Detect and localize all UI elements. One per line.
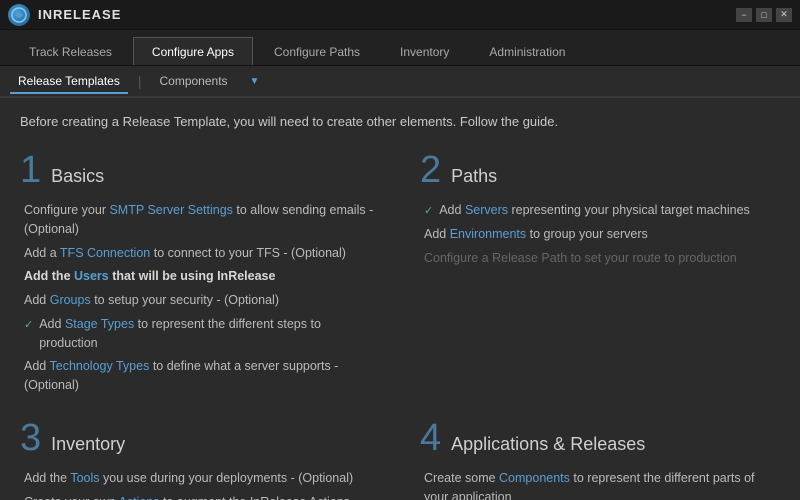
item-text: Add Technology Types to define what a se… [24, 357, 380, 395]
maximize-button[interactable]: □ [756, 8, 772, 22]
guide-intro-text: Before creating a Release Template, you … [20, 114, 780, 129]
section-basics-header: 1 Basics [20, 151, 380, 189]
section-paths: 2 Paths ✓ Add Servers representing your … [420, 151, 780, 395]
section-paths-title: Paths [451, 166, 497, 187]
app-logo [8, 4, 30, 26]
section-inventory-title: Inventory [51, 434, 125, 455]
dropdown-arrow-icon: ▼ [250, 76, 260, 87]
nav-bar: Track Releases Configure Apps Configure … [0, 30, 800, 66]
sections-grid: 1 Basics Configure your SMTP Server Sett… [20, 151, 780, 500]
item-text: Add Stage Types to represent the differe… [39, 315, 380, 353]
item-text: Create some Components to represent the … [424, 469, 780, 500]
components-link[interactable]: Components [499, 471, 570, 485]
section-apps-releases-header: 4 Applications & Releases [420, 419, 780, 457]
section-apps-releases-number: 4 [420, 419, 441, 457]
list-item: Add the Tools you use during your deploy… [24, 469, 380, 488]
item-text: Add Environments to group your servers [424, 225, 648, 244]
section-inventory: 3 Inventory Add the Tools you use during… [20, 419, 380, 500]
item-text: Add the Users that will be using InRelea… [24, 267, 275, 286]
item-text: Configure a Release Path to set your rou… [424, 249, 737, 268]
tfs-link[interactable]: TFS Connection [60, 246, 150, 260]
list-item: Configure your SMTP Server Settings to a… [24, 201, 380, 239]
section-basics-items: Configure your SMTP Server Settings to a… [20, 201, 380, 395]
list-item: Add Groups to setup your security - (Opt… [24, 291, 380, 310]
technology-types-link[interactable]: Technology Types [50, 359, 150, 373]
section-basics: 1 Basics Configure your SMTP Server Sett… [20, 151, 380, 395]
nav-tab-track-releases[interactable]: Track Releases [10, 37, 131, 65]
sub-nav-tab-release-templates[interactable]: Release Templates [10, 70, 128, 94]
check-icon: ✓ [24, 317, 33, 334]
check-icon: ✓ [424, 203, 433, 220]
sub-nav-tab-components[interactable]: Components [151, 70, 235, 94]
section-paths-header: 2 Paths [420, 151, 780, 189]
section-applications-releases: 4 Applications & Releases Create some Co… [420, 419, 780, 500]
tools-link[interactable]: Tools [70, 471, 99, 485]
section-paths-number: 2 [420, 151, 441, 189]
item-text: Add Servers representing your physical t… [439, 201, 750, 220]
nav-tab-inventory[interactable]: Inventory [381, 37, 468, 65]
environments-link[interactable]: Environments [450, 227, 526, 241]
sub-nav: Release Templates | Components ▼ [0, 66, 800, 98]
main-content: Before creating a Release Template, you … [0, 98, 800, 500]
item-text: Create your own Actions to augment the I… [24, 493, 380, 500]
stage-types-link[interactable]: Stage Types [65, 317, 134, 331]
section-basics-number: 1 [20, 151, 41, 189]
nav-tab-administration[interactable]: Administration [470, 37, 584, 65]
nav-tab-configure-apps[interactable]: Configure Apps [133, 37, 253, 65]
list-item-disabled: Configure a Release Path to set your rou… [424, 249, 780, 268]
list-item: ✓ Add Stage Types to represent the diffe… [24, 315, 380, 353]
section-inventory-number: 3 [20, 419, 41, 457]
list-item: Create some Components to represent the … [424, 469, 780, 500]
actions-link[interactable]: Actions [119, 495, 160, 500]
section-inventory-header: 3 Inventory [20, 419, 380, 457]
item-text: Add a TFS Connection to connect to your … [24, 244, 346, 263]
section-inventory-items: Add the Tools you use during your deploy… [20, 469, 380, 500]
nav-tab-configure-paths[interactable]: Configure Paths [255, 37, 379, 65]
list-item: Add Technology Types to define what a se… [24, 357, 380, 395]
section-apps-releases-title: Applications & Releases [451, 434, 645, 455]
close-button[interactable]: ✕ [776, 8, 792, 22]
minimize-button[interactable]: − [736, 8, 752, 22]
list-item: ✓ Add Servers representing your physical… [424, 201, 780, 220]
sub-nav-separator: | [138, 73, 142, 89]
titlebar-left: INRELEASE [8, 4, 121, 26]
section-basics-title: Basics [51, 166, 104, 187]
servers-link[interactable]: Servers [465, 203, 508, 217]
list-item: Add Environments to group your servers [424, 225, 780, 244]
item-text: Add the Tools you use during your deploy… [24, 469, 353, 488]
list-item: Create your own Actions to augment the I… [24, 493, 380, 500]
item-text: Configure your SMTP Server Settings to a… [24, 201, 380, 239]
titlebar: INRELEASE − □ ✕ [0, 0, 800, 30]
app-title: INRELEASE [38, 7, 121, 22]
item-text: Add Groups to setup your security - (Opt… [24, 291, 279, 310]
users-link[interactable]: Users [74, 269, 109, 283]
section-apps-releases-items: Create some Components to represent the … [420, 469, 780, 500]
section-paths-items: ✓ Add Servers representing your physical… [420, 201, 780, 267]
groups-link[interactable]: Groups [50, 293, 91, 307]
smtp-link[interactable]: SMTP Server Settings [109, 203, 232, 217]
titlebar-controls: − □ ✕ [736, 8, 792, 22]
list-item: Add a TFS Connection to connect to your … [24, 244, 380, 263]
list-item-users: Add the Users that will be using InRelea… [24, 267, 380, 286]
